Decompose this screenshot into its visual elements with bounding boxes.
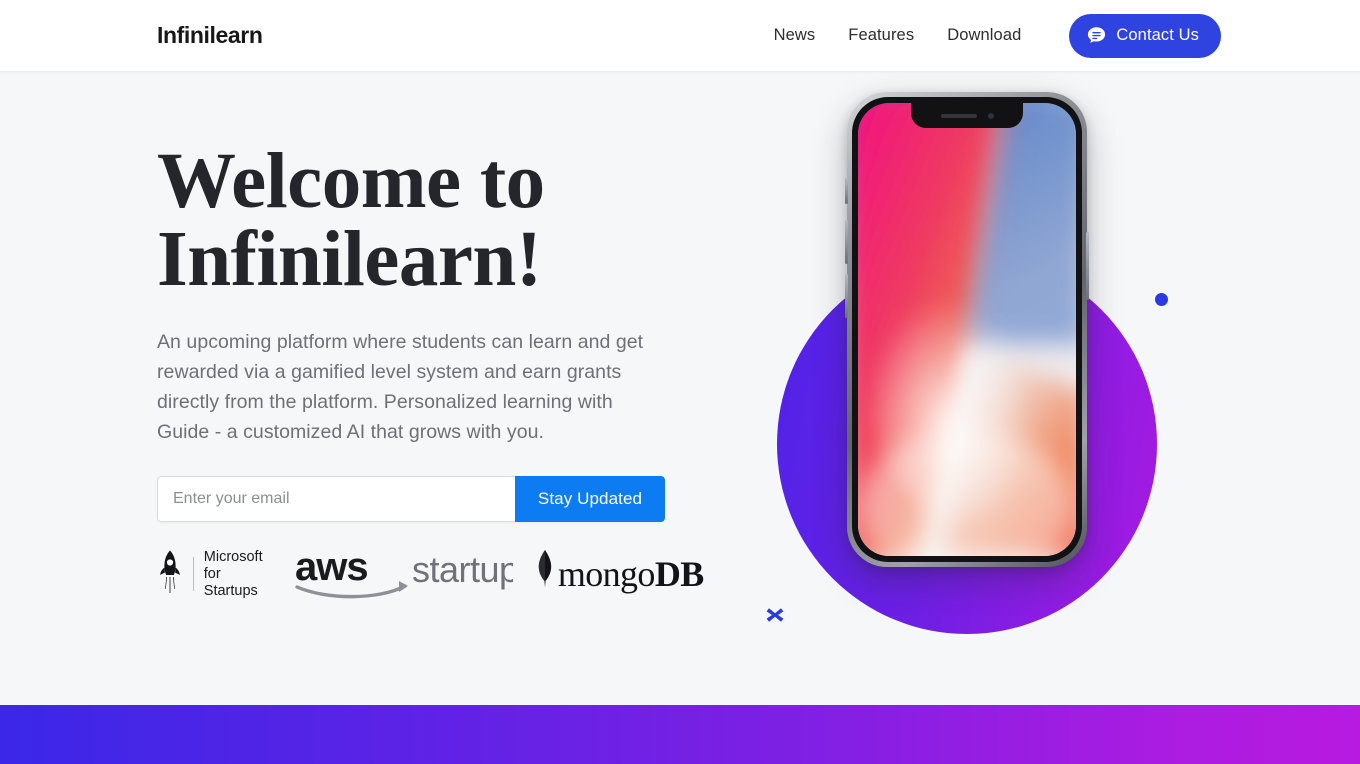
contact-us-label: Contact Us bbox=[1116, 26, 1199, 44]
phone-bezel bbox=[852, 97, 1082, 562]
decorative-cross-icon bbox=[763, 603, 787, 627]
svg-text:startups: startups bbox=[412, 549, 513, 590]
footer-gradient-band bbox=[0, 705, 1360, 764]
hero-description: An upcoming platform where students can … bbox=[157, 331, 644, 444]
newsletter-signup-form: Stay Updated bbox=[157, 476, 665, 523]
stay-updated-button[interactable]: Stay Updated bbox=[515, 476, 665, 523]
page-title: Welcome to Infinilearn! bbox=[157, 138, 545, 304]
brand-logo[interactable]: Infinilearn bbox=[157, 22, 263, 49]
phone-silent-switch bbox=[845, 178, 848, 204]
phone-speaker-grille bbox=[940, 113, 977, 118]
phone-power-button bbox=[1086, 232, 1089, 300]
partner-logos: Microsoft for Startups aws startups bbox=[157, 546, 704, 602]
email-input[interactable] bbox=[157, 476, 515, 523]
site-header: Infinilearn News Features Download Conta… bbox=[0, 0, 1360, 72]
phone-screen bbox=[858, 103, 1076, 556]
svg-text:aws: aws bbox=[295, 548, 368, 589]
chat-bubble-icon bbox=[1086, 25, 1107, 46]
phone-front-camera bbox=[987, 112, 994, 119]
main-navigation: News Features Download Contact Us bbox=[774, 13, 1221, 58]
iphone-x-mockup bbox=[845, 92, 1089, 567]
mongodb-label: mongoDB bbox=[557, 554, 704, 595]
hero-section: Welcome to Infinilearn! An upcoming plat… bbox=[0, 72, 1360, 705]
hero-copy-column: Welcome to Infinilearn! An upcoming plat… bbox=[157, 138, 704, 602]
microsoft-for-startups-label: Microsoft for Startups bbox=[203, 548, 263, 599]
nav-item-news[interactable]: News bbox=[774, 18, 816, 53]
mongodb-leaf-icon bbox=[535, 548, 555, 601]
phone-volume-up-button bbox=[845, 220, 848, 264]
nav-item-features[interactable]: Features bbox=[848, 18, 914, 53]
hero-artwork bbox=[730, 72, 1250, 705]
phone-volume-down-button bbox=[845, 274, 848, 318]
phone-notch bbox=[911, 103, 1023, 128]
wallpaper-x-gradient bbox=[858, 103, 1076, 556]
decorative-dot bbox=[1155, 293, 1168, 306]
logo-mongodb: mongoDB bbox=[535, 548, 704, 601]
nav-item-download[interactable]: Download bbox=[947, 18, 1021, 53]
logo-divider bbox=[193, 557, 194, 592]
logo-aws-startups: aws startups bbox=[295, 548, 513, 600]
logo-microsoft-for-startups: Microsoft for Startups bbox=[157, 548, 263, 600]
contact-us-button[interactable]: Contact Us bbox=[1069, 13, 1221, 58]
rocket-icon bbox=[157, 549, 183, 600]
